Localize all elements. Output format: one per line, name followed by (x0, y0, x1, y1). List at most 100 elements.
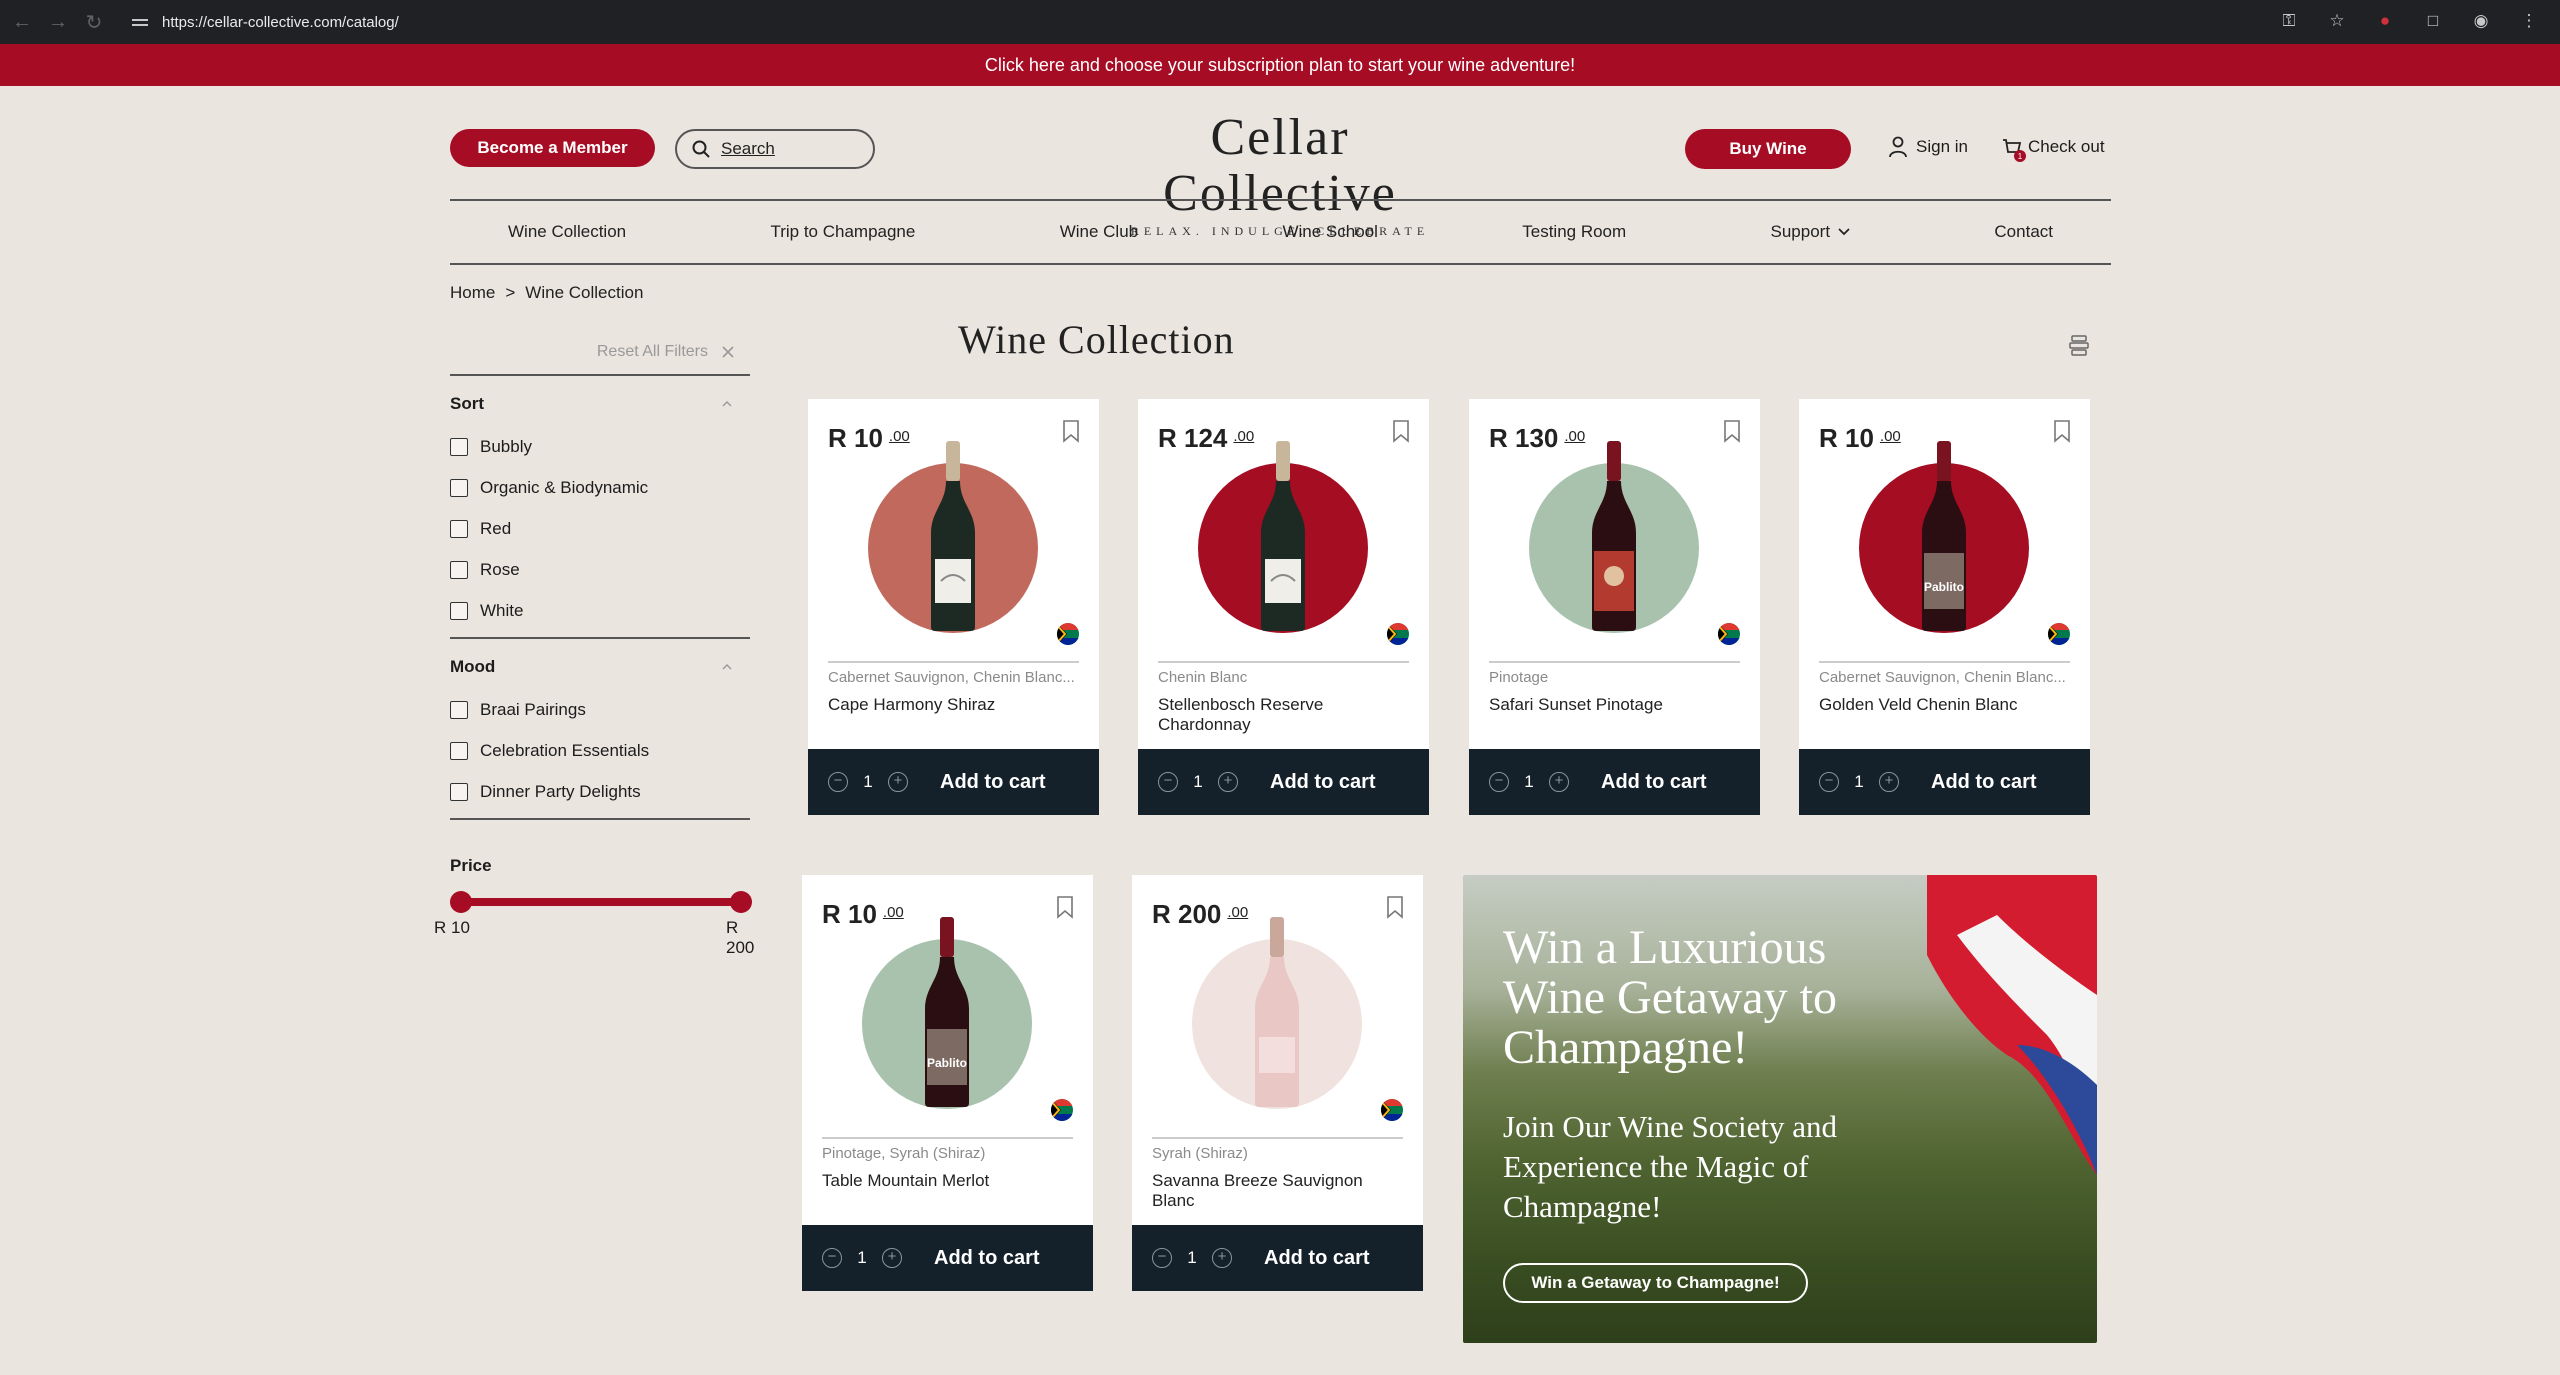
increase-quantity-button[interactable]: + (1212, 1248, 1232, 1268)
quantity-value[interactable]: 1 (842, 1248, 882, 1268)
filter-option-red[interactable]: Red (450, 508, 750, 549)
product-name[interactable]: Table Mountain Merlot (822, 1171, 1074, 1191)
filter-option-dinner-party[interactable]: Dinner Party Delights (450, 771, 750, 812)
product-card[interactable]: R 10 .00 Cabernet Sauvignon, Chenin Blanc.… (808, 399, 1099, 815)
checkbox[interactable] (450, 519, 468, 538)
nav-trip-to-champagne[interactable]: Trip to Champagne (770, 222, 915, 242)
bookmark-icon[interactable] (1061, 419, 1081, 443)
become-member-button[interactable]: Become a Member (450, 129, 655, 167)
filter-option-organic[interactable]: Organic & Biodynamic (450, 467, 750, 508)
checkbox[interactable] (450, 560, 468, 579)
nav-wine-collection[interactable]: Wine Collection (508, 222, 626, 242)
increase-quantity-button[interactable]: + (1218, 772, 1238, 792)
increase-quantity-button[interactable]: + (882, 1248, 902, 1268)
quantity-value[interactable]: 1 (1509, 772, 1549, 792)
back-icon[interactable]: ← (8, 8, 36, 36)
nav-testing-room[interactable]: Testing Room (1522, 222, 1626, 242)
reload-icon[interactable]: ↻ (80, 8, 108, 36)
wine-bottle-image (1261, 441, 1305, 631)
filter-option-braai[interactable]: Braai Pairings (450, 689, 750, 730)
quantity-value[interactable]: 1 (1178, 772, 1218, 792)
increase-quantity-button[interactable]: + (1879, 772, 1899, 792)
reset-filters-button[interactable]: Reset All Filters (450, 330, 750, 376)
product-name[interactable]: Cape Harmony Shiraz (828, 695, 1080, 715)
decrease-quantity-button[interactable]: − (822, 1248, 842, 1268)
product-card[interactable]: R 10 .00 Pablito Cabernet Sauvignon, Chenin… (1799, 399, 2090, 815)
product-name[interactable]: Stellenbosch Reserve Chardonnay (1158, 695, 1410, 735)
add-to-cart-button[interactable]: Add to cart (940, 771, 1046, 794)
tab-search-icon[interactable]: □ (2422, 10, 2444, 32)
increase-quantity-button[interactable]: + (1549, 772, 1569, 792)
win-getaway-button[interactable]: Win a Getaway to Champagne! (1503, 1263, 1808, 1303)
add-to-cart-button[interactable]: Add to cart (1264, 1247, 1370, 1270)
layout-toggle-icon[interactable] (2068, 334, 2090, 356)
product-card[interactable]: R 124 .00 Chenin Blanc Stellenbosch Reserve… (1138, 399, 1429, 815)
user-icon (1889, 136, 1907, 158)
search-input[interactable]: Search (675, 129, 875, 169)
product-grape-varieties: Chenin Blanc (1158, 669, 1248, 686)
price-range-slider[interactable] (450, 890, 752, 914)
filter-option-celebration[interactable]: Celebration Essentials (450, 730, 750, 771)
bookmark-icon[interactable] (1391, 419, 1411, 443)
mood-filter-header[interactable]: Mood (450, 657, 750, 677)
site-info-icon[interactable] (132, 15, 148, 29)
buy-wine-button[interactable]: Buy Wine (1685, 129, 1851, 169)
quantity-value[interactable]: 1 (1172, 1248, 1212, 1268)
profile-icon[interactable]: ◉ (2470, 10, 2492, 32)
add-to-cart-button[interactable]: Add to cart (1601, 771, 1707, 794)
nav-support[interactable]: Support (1771, 222, 1851, 242)
product-card[interactable]: R 130 .00 Pinotage Safari Sunset Pinotage −1… (1469, 399, 1760, 815)
promo-bar-text[interactable]: Click here and choose your subscription … (985, 55, 1575, 76)
filter-option-white[interactable]: White (450, 590, 750, 631)
price-max-handle[interactable] (730, 891, 752, 913)
nav-wine-club[interactable]: Wine Club (1060, 222, 1138, 242)
bookmark-icon[interactable] (1055, 895, 1075, 919)
checkbox[interactable] (450, 782, 468, 801)
sort-filter-header[interactable]: Sort (450, 394, 750, 414)
quantity-value[interactable]: 1 (848, 772, 888, 792)
product-name[interactable]: Savanna Breeze Sauvignon Blanc (1152, 1171, 1404, 1211)
decrease-quantity-button[interactable]: − (1819, 772, 1839, 792)
product-price: R 10 .00 (1819, 423, 1901, 454)
add-to-cart-button[interactable]: Add to cart (1931, 771, 2037, 794)
star-icon[interactable]: ☆ (2326, 10, 2348, 32)
decrease-quantity-button[interactable]: − (828, 772, 848, 792)
filter-option-rose[interactable]: Rose (450, 549, 750, 590)
product-card[interactable]: R 200 .00 Syrah (Shiraz) Savanna Breeze Sau… (1132, 875, 1423, 1291)
bookmark-icon[interactable] (1385, 895, 1405, 919)
checkbox[interactable] (450, 478, 468, 497)
nav-contact[interactable]: Contact (1994, 222, 2053, 242)
increase-quantity-button[interactable]: + (888, 772, 908, 792)
champagne-promo-card[interactable]: Win a Luxurious Wine Getaway to Champagn… (1463, 875, 2097, 1343)
filter-option-bubbly[interactable]: Bubbly (450, 426, 750, 467)
add-to-cart-button[interactable]: Add to cart (1270, 771, 1376, 794)
filter-option-label: White (480, 600, 524, 620)
price-min-handle[interactable] (450, 891, 472, 913)
breadcrumb-home[interactable]: Home (450, 283, 495, 303)
checkbox[interactable] (450, 700, 468, 719)
forward-icon[interactable]: → (44, 8, 72, 36)
bookmark-icon[interactable] (1722, 419, 1742, 443)
decrease-quantity-button[interactable]: − (1152, 1248, 1172, 1268)
checkbox[interactable] (450, 437, 468, 456)
nav-wine-school[interactable]: Wine School (1282, 222, 1377, 242)
decrease-quantity-button[interactable]: − (1489, 772, 1509, 792)
product-card[interactable]: R 10 .00 Pablito Pinotage, Syrah (Shiraz) Ta… (802, 875, 1093, 1291)
price-whole: R 200 (1152, 899, 1222, 929)
subscription-promo-bar[interactable]: Click here and choose your subscription … (0, 44, 2560, 86)
address-bar[interactable]: https://cellar-collective.com/catalog/ (122, 8, 2442, 36)
quantity-value[interactable]: 1 (1839, 772, 1879, 792)
menu-icon[interactable]: ⋮ (2518, 10, 2540, 32)
decrease-quantity-button[interactable]: − (1158, 772, 1178, 792)
key-icon[interactable]: ⚿ (2278, 10, 2300, 32)
add-to-cart-button[interactable]: Add to cart (934, 1247, 1040, 1270)
bookmark-icon[interactable] (2052, 419, 2072, 443)
sign-in-link[interactable]: Sign in (1888, 136, 1968, 158)
checkbox[interactable] (450, 601, 468, 620)
checkout-link[interactable]: 1 Check out (2000, 136, 2105, 162)
extension-icon[interactable]: ● (2374, 10, 2396, 32)
product-name[interactable]: Safari Sunset Pinotage (1489, 695, 1741, 715)
product-name[interactable]: Golden Veld Chenin Blanc (1819, 695, 2071, 715)
chevron-up-icon (722, 664, 732, 670)
checkbox[interactable] (450, 741, 468, 760)
